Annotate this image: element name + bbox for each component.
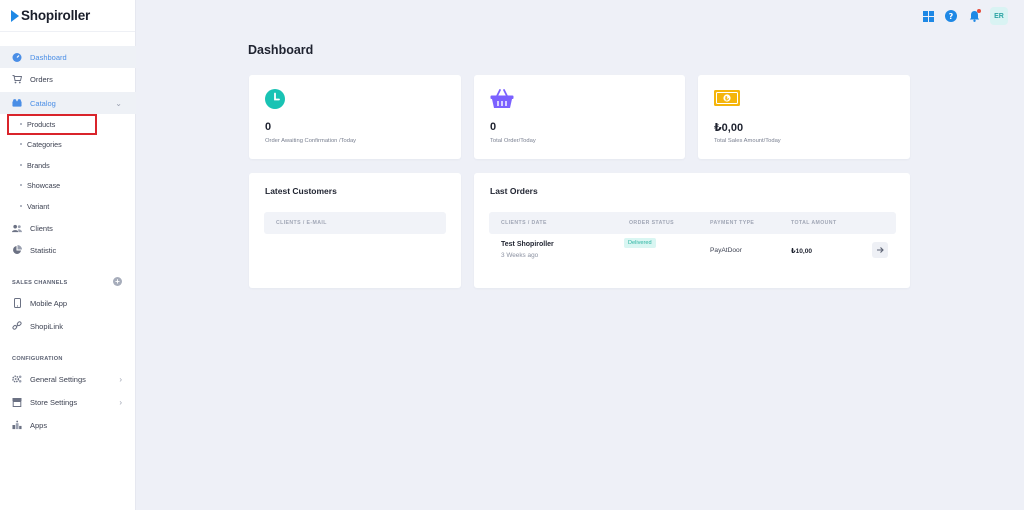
svg-text:?: ? bbox=[949, 12, 954, 21]
status-badge: Delivered bbox=[624, 238, 656, 248]
bullet-icon bbox=[20, 205, 22, 207]
stat-label: Total Order/Today bbox=[490, 138, 536, 144]
avatar[interactable]: ER bbox=[990, 7, 1008, 25]
logo-icon bbox=[11, 9, 19, 22]
section-title-configuration: CONFIGURATION bbox=[12, 356, 63, 362]
sidebar-item-label: Orders bbox=[30, 74, 53, 84]
products-highlight bbox=[7, 114, 97, 135]
help-icon[interactable]: ? bbox=[944, 9, 958, 23]
table-header: CLIENTS / E-MAIL bbox=[264, 212, 446, 234]
link-icon bbox=[12, 321, 22, 331]
sidebar-item-orders[interactable]: Orders bbox=[0, 68, 136, 90]
sidebar-item-dashboard[interactable]: Dashboard bbox=[0, 46, 136, 68]
chevron-right-icon: › bbox=[119, 397, 122, 407]
brand-logo[interactable]: Shopiroller bbox=[0, 0, 135, 32]
apps-icon bbox=[12, 420, 22, 430]
last-orders-card: Last Orders CLIENTS / DATE ORDER STATUS … bbox=[474, 173, 910, 288]
page-title: Dashboard bbox=[248, 43, 314, 57]
stat-label: Total Sales Amount/Today bbox=[714, 138, 781, 144]
sidebar-item-label: Clients bbox=[30, 223, 53, 233]
card-title: Latest Customers bbox=[265, 186, 337, 196]
sidebar-item-label: Apps bbox=[30, 420, 48, 430]
sidebar-subitem-categories[interactable]: Categories bbox=[0, 135, 136, 153]
column-header: PAYMENT TYPE bbox=[710, 220, 755, 226]
sidebar-item-label: ShopiLink bbox=[30, 321, 63, 331]
order-client: Test Shopiroller bbox=[501, 241, 554, 248]
pie-chart-icon bbox=[12, 245, 22, 255]
sidebar-subitem-label: Showcase bbox=[27, 180, 61, 190]
sidebar-item-shopilink[interactable]: ShopiLink bbox=[0, 315, 136, 337]
sidebar-item-label: Store Settings bbox=[30, 397, 78, 407]
clock-icon bbox=[265, 89, 285, 109]
brand-name: Shopiroller bbox=[21, 8, 91, 23]
sidebar-subitem-showcase[interactable]: Showcase bbox=[0, 176, 136, 194]
sidebar-subitem-label: Brands bbox=[27, 160, 50, 170]
payment-type: PayAtDoor bbox=[710, 247, 742, 254]
sidebar-item-general-settings[interactable]: General Settings › bbox=[0, 368, 136, 390]
latest-customers-card: Latest Customers CLIENTS / E-MAIL bbox=[249, 173, 461, 288]
sidebar-item-mobile-app[interactable]: Mobile App bbox=[0, 292, 136, 314]
settings-icon bbox=[12, 374, 22, 384]
cart-icon bbox=[12, 74, 22, 84]
chevron-down-icon: ⌄ bbox=[115, 98, 122, 108]
topbar-actions: ? ER bbox=[921, 7, 1008, 25]
stat-card-total-sales: ₺ ₺0,00 Total Sales Amount/Today bbox=[698, 75, 910, 159]
store-icon bbox=[12, 397, 22, 407]
notification-dot bbox=[977, 9, 981, 13]
sidebar-subitem-brands[interactable]: Brands bbox=[0, 156, 136, 174]
money-icon: ₺ bbox=[714, 89, 740, 109]
sidebar-item-store-settings[interactable]: Store Settings › bbox=[0, 391, 136, 413]
column-header: CLIENTS / E-MAIL bbox=[276, 220, 327, 226]
column-header: TOTAL AMOUNT bbox=[791, 220, 837, 226]
mobile-icon bbox=[12, 298, 22, 308]
sidebar-item-label: Statistic bbox=[30, 245, 57, 255]
sidebar-item-statistic[interactable]: Statistic bbox=[0, 239, 136, 261]
stat-card-total-order: 0 Total Order/Today bbox=[474, 75, 685, 159]
chevron-right-icon: › bbox=[119, 374, 122, 384]
arrow-right-icon bbox=[877, 247, 884, 253]
grid-icon[interactable] bbox=[921, 9, 935, 23]
sidebar-item-label: Dashboard bbox=[30, 52, 67, 62]
catalog-icon bbox=[12, 98, 22, 108]
sidebar-item-clients[interactable]: Clients bbox=[0, 217, 136, 239]
table-header: CLIENTS / DATE ORDER STATUS PAYMENT TYPE… bbox=[489, 212, 896, 234]
bullet-icon bbox=[20, 184, 22, 186]
stat-value: 0 bbox=[265, 121, 272, 133]
sidebar-item-catalog[interactable]: Catalog ⌄ bbox=[0, 92, 136, 114]
notification-bell-icon[interactable] bbox=[967, 9, 981, 23]
stat-value: ₺0,00 bbox=[714, 122, 744, 134]
sidebar-item-label: Catalog bbox=[30, 98, 56, 108]
basket-icon bbox=[490, 89, 514, 109]
sidebar-item-label: General Settings bbox=[30, 374, 86, 384]
stat-card-awaiting-confirmation: 0 Order Awaiting Confirmation /Today bbox=[249, 75, 461, 159]
dashboard-icon bbox=[12, 52, 22, 62]
column-header: ORDER STATUS bbox=[629, 220, 674, 226]
sidebar-item-label: Mobile App bbox=[30, 298, 68, 308]
bullet-icon bbox=[20, 143, 22, 145]
users-icon bbox=[12, 223, 22, 233]
sidebar-subitem-variant[interactable]: Variant bbox=[0, 197, 136, 215]
sidebar-subitem-label: Categories bbox=[27, 139, 62, 149]
card-title: Last Orders bbox=[490, 186, 538, 196]
add-channel-button[interactable]: + bbox=[113, 277, 122, 286]
sidebar-subitem-label: Variant bbox=[27, 201, 50, 211]
order-date: 3 Weeks ago bbox=[501, 252, 539, 259]
column-header: CLIENTS / DATE bbox=[501, 220, 547, 226]
total-amount: ₺10,00 bbox=[791, 248, 813, 255]
section-title-sales-channels: SALES CHANNELS bbox=[12, 280, 68, 286]
view-order-button[interactable] bbox=[872, 242, 888, 258]
sidebar: Shopiroller Dashboard Orders Catalog ⌄ P… bbox=[0, 0, 136, 510]
stat-value: 0 bbox=[490, 121, 497, 133]
stat-label: Order Awaiting Confirmation /Today bbox=[265, 138, 357, 144]
sidebar-item-apps[interactable]: Apps bbox=[0, 414, 136, 436]
bullet-icon bbox=[20, 164, 22, 166]
